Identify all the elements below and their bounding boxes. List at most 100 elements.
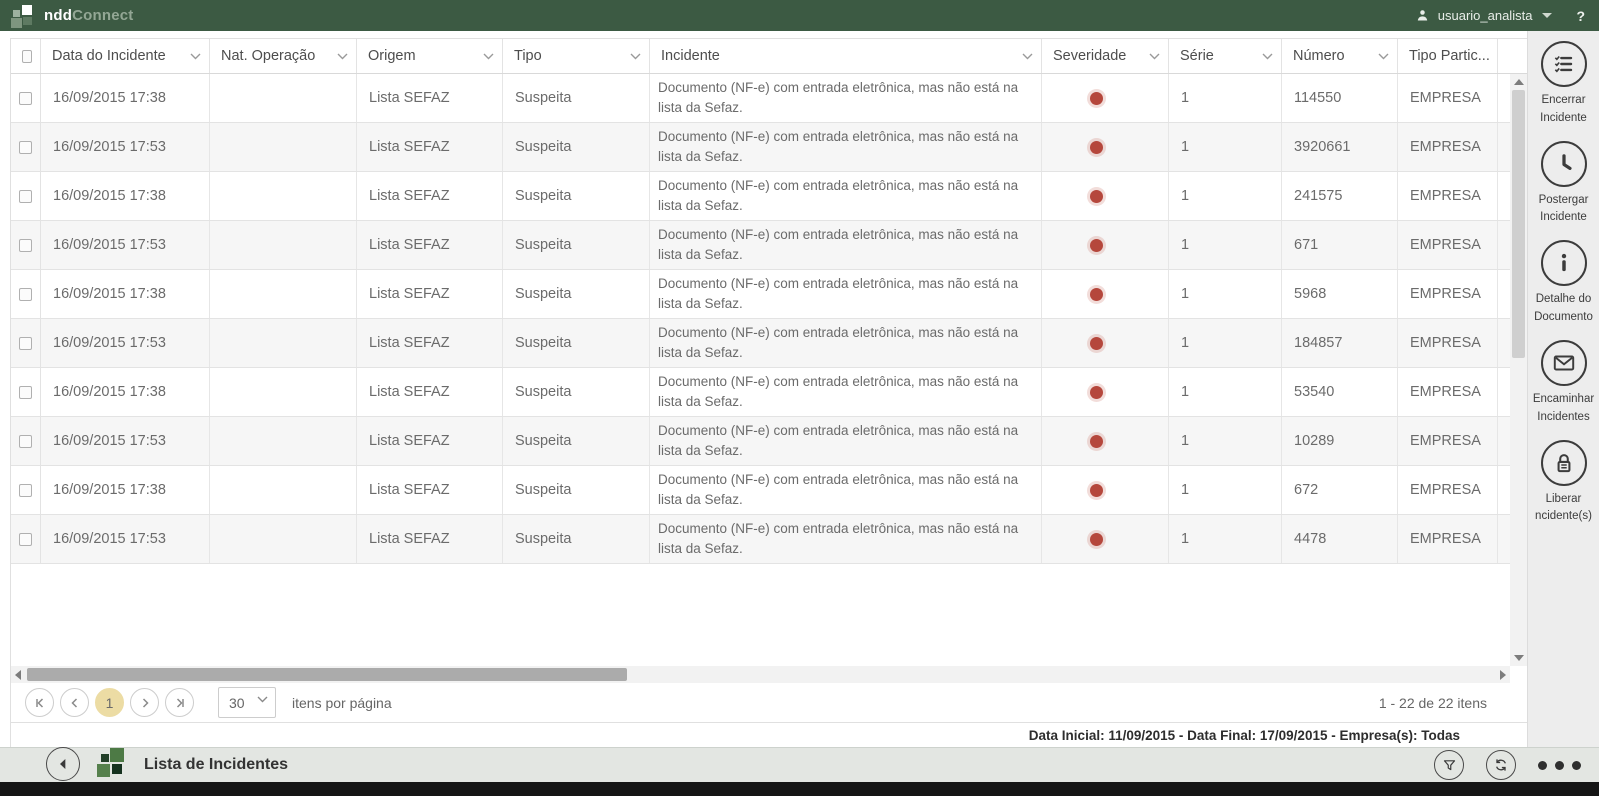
chevron-down-icon — [257, 696, 268, 703]
cell-data-incidente: 16/09/2015 17:53 — [41, 515, 210, 563]
cell-nat-operacao — [210, 319, 357, 367]
action-label: Liberar ncidente(s) — [1535, 492, 1592, 523]
column-label: Severidade — [1053, 48, 1127, 64]
page-size-select[interactable]: 30 — [218, 687, 276, 718]
refresh-button[interactable] — [1486, 750, 1516, 780]
forward-incidents-button[interactable]: Encaminhar Incidentes — [1528, 339, 1599, 427]
column-menu-icon[interactable] — [190, 53, 201, 60]
table-row[interactable]: 16/09/2015 17:53 Lista SEFAZ Suspeita Do… — [11, 417, 1527, 466]
cell-severidade — [1042, 417, 1169, 465]
row-checkbox[interactable] — [19, 140, 32, 154]
more-options-button[interactable] — [1538, 760, 1581, 770]
cell-tipo-partic: EMPRESA — [1398, 74, 1498, 122]
column-header-origem[interactable]: Origem — [357, 39, 503, 73]
select-all-checkbox[interactable] — [22, 49, 32, 63]
severity-dot-icon — [1090, 434, 1103, 448]
cell-origem: Lista SEFAZ — [357, 466, 503, 514]
cell-origem: Lista SEFAZ — [357, 515, 503, 563]
cell-serie: 1 — [1169, 172, 1282, 220]
column-label: Série — [1180, 48, 1214, 64]
cell-incidente: Documento (NF-e) com entrada eletrônica,… — [650, 417, 1042, 465]
scroll-right-icon[interactable] — [1500, 669, 1506, 680]
row-checkbox[interactable] — [19, 336, 32, 350]
column-menu-icon[interactable] — [1262, 53, 1273, 60]
action-label: Detalhe do Documento — [1534, 293, 1593, 324]
column-header-incidente[interactable]: Incidente — [650, 39, 1042, 73]
last-page-button[interactable] — [165, 688, 194, 717]
cell-origem: Lista SEFAZ — [357, 270, 503, 318]
cell-serie: 1 — [1169, 270, 1282, 318]
cell-incidente: Documento (NF-e) com entrada eletrônica,… — [650, 319, 1042, 367]
release-incidents-button[interactable]: Liberar ncidente(s) — [1528, 439, 1599, 527]
column-header-numero[interactable]: Número — [1282, 39, 1398, 73]
column-menu-icon[interactable] — [1378, 53, 1389, 60]
column-header-tipo-partic[interactable]: Tipo Partic... — [1398, 39, 1498, 73]
cell-data-incidente: 16/09/2015 17:38 — [41, 270, 210, 318]
row-checkbox[interactable] — [19, 385, 32, 399]
scroll-up-icon[interactable] — [1513, 79, 1524, 85]
previous-page-button[interactable] — [60, 688, 89, 717]
table-row[interactable]: 16/09/2015 17:38 Lista SEFAZ Suspeita Do… — [11, 270, 1527, 319]
column-menu-icon[interactable] — [630, 53, 641, 60]
select-all-cell — [11, 39, 41, 73]
bottom-bar: Lista de Incidentes — [0, 747, 1599, 782]
table-row[interactable]: 16/09/2015 17:53 Lista SEFAZ Suspeita Do… — [11, 123, 1527, 172]
column-menu-icon[interactable] — [483, 53, 494, 60]
row-checkbox-cell — [11, 417, 41, 465]
close-incident-button[interactable]: Encerrar Incidente — [1528, 41, 1599, 128]
column-menu-icon[interactable] — [337, 53, 348, 60]
vertical-scroll-thumb[interactable] — [1512, 90, 1525, 358]
horizontal-scroll-thumb[interactable] — [27, 668, 627, 681]
column-header-severidade[interactable]: Severidade — [1042, 39, 1169, 73]
current-page-button[interactable]: 1 — [95, 688, 124, 717]
column-label: Origem — [368, 48, 416, 64]
back-button[interactable] — [46, 747, 80, 781]
filter-button[interactable] — [1434, 750, 1464, 780]
document-detail-button[interactable]: Detalhe do Documento — [1528, 240, 1599, 327]
first-page-button[interactable] — [25, 688, 54, 717]
row-checkbox-cell — [11, 319, 41, 367]
table-row[interactable]: 16/09/2015 17:38 Lista SEFAZ Suspeita Do… — [11, 368, 1527, 417]
column-header-serie[interactable]: Série — [1169, 39, 1282, 73]
postpone-incident-button[interactable]: Postergar Incidente — [1528, 140, 1599, 228]
column-header-nat-operacao[interactable]: Nat. Operação — [210, 39, 357, 73]
column-label: Tipo — [514, 48, 542, 64]
cell-origem: Lista SEFAZ — [357, 74, 503, 122]
row-checkbox[interactable] — [19, 434, 32, 448]
row-checkbox[interactable] — [19, 238, 32, 252]
help-button[interactable]: ? — [1576, 8, 1585, 24]
cell-nat-operacao — [210, 123, 357, 171]
user-menu[interactable]: usuario_analista ? — [1415, 8, 1585, 24]
table-row[interactable]: 16/09/2015 17:53 Lista SEFAZ Suspeita Do… — [11, 221, 1527, 270]
cell-tipo-partic: EMPRESA — [1398, 123, 1498, 171]
envelope-icon — [1540, 339, 1587, 386]
table-row[interactable]: 16/09/2015 17:53 Lista SEFAZ Suspeita Do… — [11, 515, 1527, 564]
table-row[interactable]: 16/09/2015 17:38 Lista SEFAZ Suspeita Do… — [11, 74, 1527, 123]
action-label: Postergar Incidente — [1538, 193, 1589, 224]
cell-data-incidente: 16/09/2015 17:38 — [41, 74, 210, 122]
cell-numero: 3920661 — [1282, 123, 1398, 171]
column-header-data-incidente[interactable]: Data do Incidente — [41, 39, 210, 73]
table-row[interactable]: 16/09/2015 17:53 Lista SEFAZ Suspeita Do… — [11, 319, 1527, 368]
table-row[interactable]: 16/09/2015 17:38 Lista SEFAZ Suspeita Do… — [11, 172, 1527, 221]
column-menu-icon[interactable] — [1149, 53, 1160, 60]
row-checkbox[interactable] — [19, 91, 32, 105]
row-checkbox-cell — [11, 221, 41, 269]
column-header-tipo[interactable]: Tipo — [503, 39, 650, 73]
row-checkbox[interactable] — [19, 287, 32, 301]
column-menu-icon[interactable] — [1022, 53, 1033, 60]
cell-serie: 1 — [1169, 74, 1282, 122]
table-row[interactable]: 16/09/2015 17:38 Lista SEFAZ Suspeita Do… — [11, 466, 1527, 515]
row-checkbox[interactable] — [19, 532, 32, 546]
next-page-button[interactable] — [130, 688, 159, 717]
scroll-left-icon[interactable] — [15, 669, 21, 680]
cell-numero: 241575 — [1282, 172, 1398, 220]
row-checkbox-cell — [11, 123, 41, 171]
horizontal-scrollbar[interactable] — [11, 666, 1510, 683]
scroll-down-icon[interactable] — [1513, 655, 1524, 661]
vertical-scrollbar[interactable] — [1510, 74, 1527, 666]
row-checkbox[interactable] — [19, 189, 32, 203]
cell-tipo: Suspeita — [503, 221, 650, 269]
row-checkbox[interactable] — [19, 483, 32, 497]
cell-numero: 114550 — [1282, 74, 1398, 122]
